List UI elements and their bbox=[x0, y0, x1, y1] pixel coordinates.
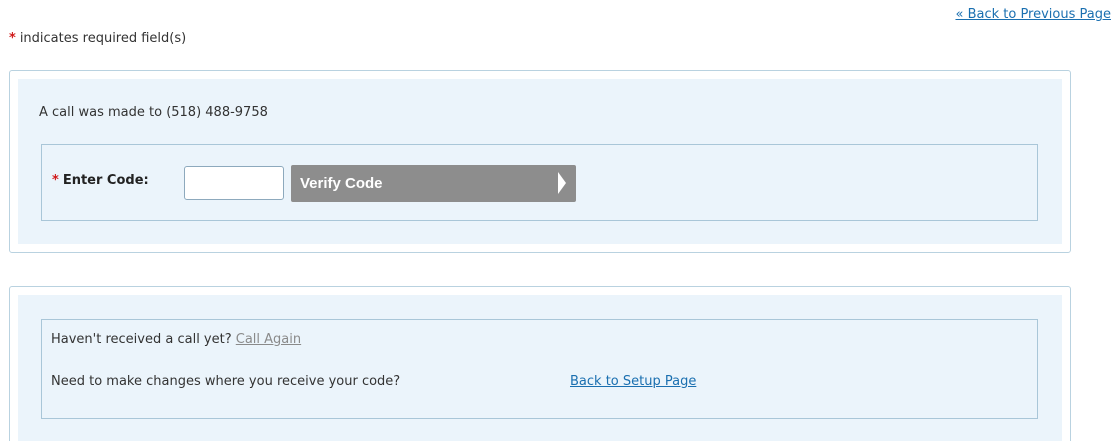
code-required-asterisk: * bbox=[52, 173, 59, 188]
verify-code-button[interactable]: Verify Code bbox=[291, 165, 576, 202]
call-again-line: Haven't received a call yet? Call Again bbox=[51, 332, 301, 347]
help-panel-inner: Haven't received a call yet? Call Again … bbox=[18, 295, 1062, 441]
chevron-right-icon bbox=[558, 172, 566, 194]
verify-code-panel: A call was made to (518) 488-9758 * Enter… bbox=[9, 70, 1071, 253]
help-panel: Haven't received a call yet? Call Again … bbox=[9, 286, 1071, 441]
call-made-message: A call was made to (518) 488-9758 bbox=[39, 105, 268, 120]
call-again-link[interactable]: Call Again bbox=[236, 332, 301, 347]
verify-code-panel-inner: A call was made to (518) 488-9758 * Enter… bbox=[18, 79, 1062, 244]
required-fields-note: * indicates required field(s) bbox=[9, 31, 186, 46]
verify-code-button-label: Verify Code bbox=[300, 175, 383, 192]
help-links-box: Haven't received a call yet? Call Again … bbox=[41, 319, 1038, 419]
changes-text: Need to make changes where you receive y… bbox=[51, 374, 401, 389]
back-to-previous-page-link[interactable]: « Back to Previous Page bbox=[955, 7, 1111, 22]
not-received-text: Haven't received a call yet? bbox=[51, 332, 232, 347]
page: « Back to Previous Page * indicates requi… bbox=[0, 0, 1111, 441]
code-entry-box: * Enter Code: Verify Code bbox=[41, 144, 1038, 221]
code-input[interactable] bbox=[184, 166, 284, 200]
enter-code-label-text: Enter Code: bbox=[62, 173, 149, 188]
required-asterisk: * bbox=[9, 31, 16, 46]
back-to-setup-page-link[interactable]: Back to Setup Page bbox=[570, 374, 696, 389]
enter-code-label: * Enter Code: bbox=[52, 173, 149, 188]
required-note-text: indicates required field(s) bbox=[19, 31, 187, 46]
